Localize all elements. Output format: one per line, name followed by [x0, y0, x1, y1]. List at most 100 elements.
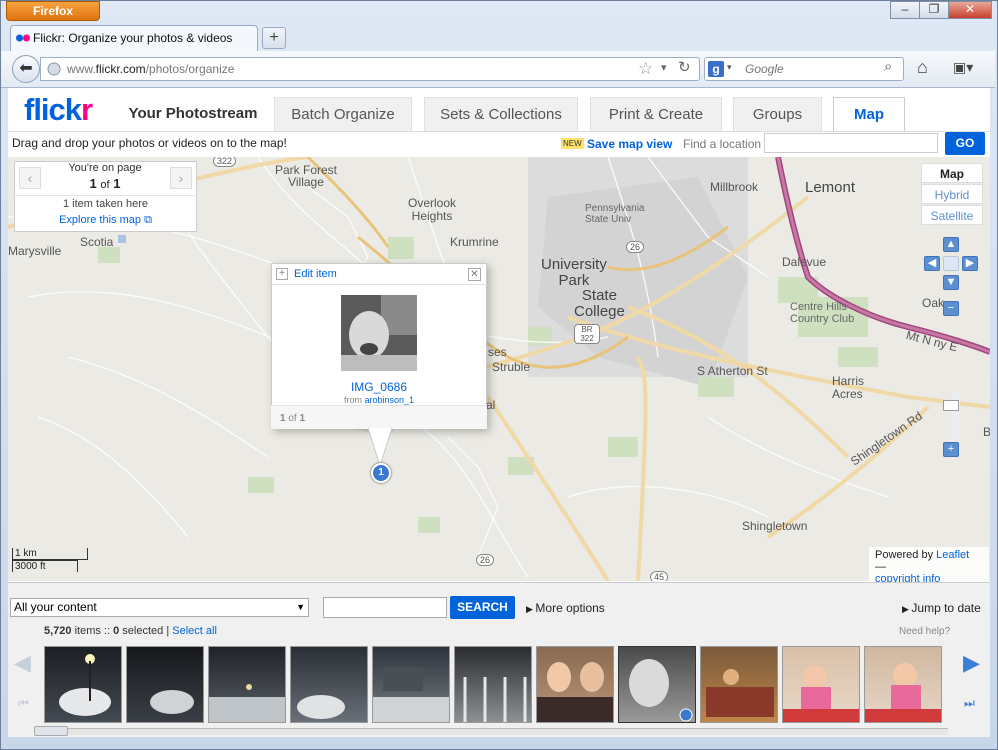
map-type-hybrid[interactable]: Hybrid — [921, 184, 983, 204]
firefox-menu-button[interactable]: Firefox — [6, 1, 100, 21]
map-label: Centre Hills Country Club — [790, 301, 855, 325]
pan-right-icon[interactable]: ▶ — [962, 256, 978, 271]
select-arrow-icon: ▼ — [296, 602, 305, 612]
zoom-slider-handle[interactable] — [943, 400, 959, 411]
photo-thumbnail[interactable] — [44, 646, 122, 723]
map-type-satellite[interactable]: Satellite — [921, 205, 983, 225]
explore-map-link[interactable]: Explore this map ⧉ — [14, 214, 197, 227]
find-location-input[interactable] — [764, 133, 938, 153]
photo-thumbnail[interactable] — [536, 646, 614, 723]
bookmarks-icon[interactable]: ▣▾ — [953, 59, 973, 76]
pan-up-icon[interactable]: ▲ — [943, 237, 959, 252]
strip-prev-icon[interactable]: ◀ — [14, 650, 31, 676]
map-label: Harris Acres — [832, 374, 864, 401]
minimize-button[interactable]: – — [890, 1, 920, 19]
engine-dropdown-icon[interactable]: ▾ — [727, 62, 732, 73]
reload-icon[interactable]: ↻ — [678, 58, 691, 76]
popup-count: 1 of 1 — [280, 413, 306, 424]
items-taken-here: 1 item taken here — [14, 195, 197, 212]
popup-close-icon[interactable]: ✕ — [468, 268, 481, 281]
globe-icon — [47, 62, 61, 76]
pan-center[interactable] — [943, 256, 959, 271]
pager-prev-button[interactable]: ‹ — [19, 167, 41, 189]
map-label: al — [486, 398, 496, 412]
organizer-search-input[interactable] — [323, 597, 447, 618]
scale-ft: 3000 ft — [12, 560, 78, 572]
map-label: Krumrine — [450, 235, 499, 249]
tab-groups[interactable]: Groups — [733, 97, 822, 131]
strip-first-icon[interactable]: ⏮ — [18, 696, 29, 711]
strip-last-icon[interactable]: ⏭ — [964, 696, 975, 711]
pager-next-button[interactable]: › — [170, 167, 192, 189]
strip-scrollbar[interactable] — [34, 728, 948, 735]
new-tab-button[interactable]: + — [262, 27, 286, 49]
photo-thumbnail[interactable] — [290, 646, 368, 723]
scale-km: 1 km — [12, 548, 88, 560]
home-icon[interactable]: ⌂ — [917, 57, 928, 78]
url-domain: flickr.com — [95, 62, 146, 76]
flickr-logo[interactable]: flickr — [24, 92, 93, 128]
search-icon[interactable]: ⌕ — [884, 58, 892, 75]
photo-thumbnail[interactable] — [618, 646, 696, 723]
close-window-button[interactable]: ✕ — [948, 1, 992, 19]
triangle-right-icon: ▶ — [902, 604, 912, 614]
strip-scroll-thumb[interactable] — [34, 726, 68, 736]
tab-print-create[interactable]: Print & Create — [590, 97, 722, 131]
route-shield: BR 322 — [574, 324, 600, 344]
pan-down-icon[interactable]: ▼ — [943, 275, 959, 290]
photo-thumbnail[interactable] — [372, 646, 450, 723]
photo-thumbnail-image — [341, 295, 417, 371]
photo-thumbnail[interactable] — [208, 646, 286, 723]
pager-value: 1 of 1 — [89, 176, 121, 191]
tab-map[interactable]: Map — [833, 97, 905, 132]
browser-tab[interactable]: Flickr: Organize your photos & videos — [10, 25, 258, 51]
strip-next-icon[interactable]: ▶ — [963, 650, 980, 676]
dropdown-arrow-icon[interactable]: ▾ — [661, 61, 667, 74]
bookmark-star-icon[interactable]: ☆ — [638, 59, 653, 79]
maximize-button[interactable]: ❐ — [919, 1, 949, 19]
find-location-label: Find a location — [683, 137, 762, 151]
popup-photo[interactable] — [341, 295, 417, 371]
jump-to-date-toggle[interactable]: ▶ Jump to date — [902, 601, 981, 615]
popup-owner: from arobinson_1 — [343, 395, 415, 405]
photo-thumbnail[interactable] — [454, 646, 532, 723]
selection-counts: 5,720 items :: 0 selected | Select all — [44, 625, 217, 637]
more-options-toggle[interactable]: ▶ More options — [526, 601, 605, 615]
popup-pointer — [368, 428, 392, 466]
map-label: Park Forest Village — [275, 163, 338, 189]
photo-thumbnail[interactable] — [126, 646, 204, 723]
back-button[interactable]: ⬅ — [12, 55, 40, 83]
map-label: Dalevue — [782, 255, 827, 269]
go-button[interactable]: GO — [945, 132, 985, 155]
zoom-in-icon[interactable]: + — [943, 442, 959, 457]
edit-item-link[interactable]: Edit item — [294, 268, 337, 280]
photo-thumbnail[interactable] — [864, 646, 942, 723]
photo-thumbnail[interactable] — [782, 646, 860, 723]
photo-map-pin[interactable]: 1 — [371, 463, 391, 483]
tab-your-photostream[interactable]: Your Photostream — [118, 97, 268, 131]
url-bar[interactable]: www.flickr.com/photos/organize — [40, 57, 700, 81]
flickr-favicon-icon — [16, 34, 30, 42]
tab-sets-collections[interactable]: Sets & Collections — [424, 97, 578, 131]
web-search-input[interactable]: Google — [704, 57, 904, 81]
map-label: Pennsylvania State Univ — [585, 203, 645, 225]
map-label: Shingletown — [742, 519, 808, 533]
pan-left-icon[interactable]: ◀ — [924, 256, 940, 271]
content-filter-select[interactable]: All your content ▼ — [10, 598, 309, 617]
expand-icon[interactable]: + — [276, 268, 288, 280]
map-label: Millbrook — [710, 180, 759, 194]
leaflet-link[interactable]: Leaflet — [936, 549, 969, 561]
google-engine-icon[interactable]: g — [708, 61, 724, 77]
map-type-map[interactable]: Map — [921, 163, 983, 183]
zoom-out-icon[interactable]: − — [943, 301, 959, 316]
owner-link[interactable]: arobinson_1 — [364, 395, 414, 405]
save-map-view-link[interactable]: Save map view — [587, 137, 672, 151]
search-button[interactable]: SEARCH — [450, 596, 515, 619]
photo-thumbnail[interactable] — [700, 646, 778, 723]
map-label: Scotia — [80, 235, 114, 249]
map-label: ses — [488, 345, 507, 359]
select-all-link[interactable]: Select all — [172, 625, 217, 637]
tab-batch-organize[interactable]: Batch Organize — [274, 97, 412, 131]
need-help-link[interactable]: Need help? — [899, 626, 950, 637]
popup-photo-title[interactable]: IMG_0686 — [271, 380, 487, 394]
